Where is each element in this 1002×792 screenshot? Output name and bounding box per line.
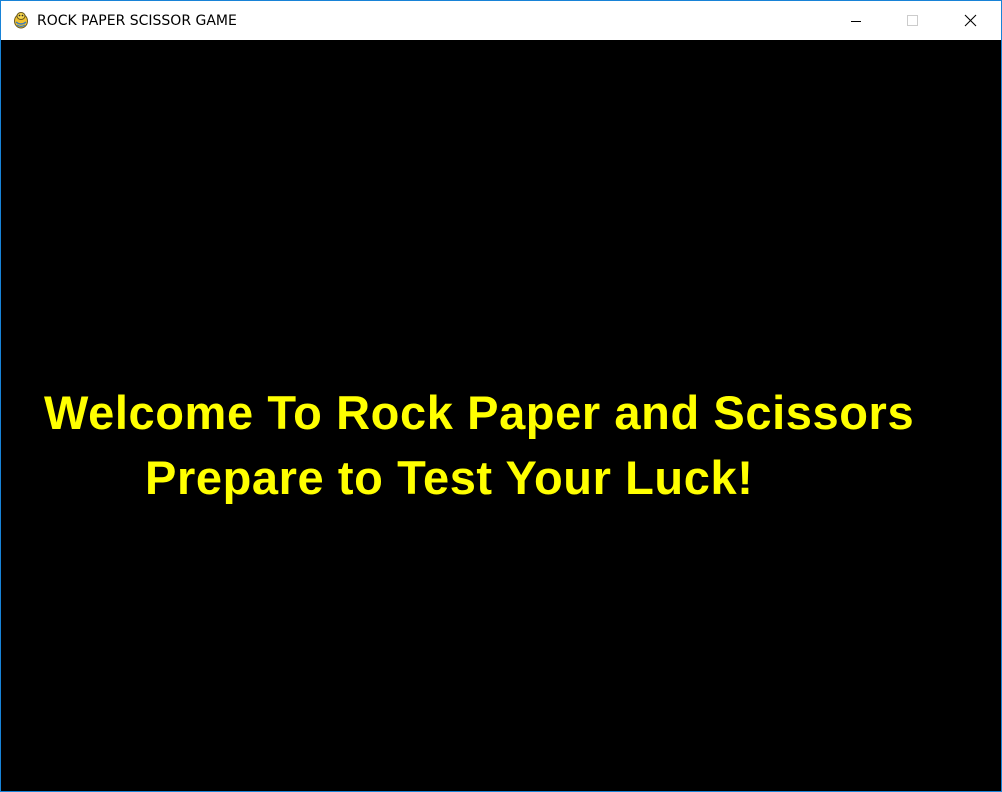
game-canvas[interactable]: Welcome To Rock Paper and Scissors Prepa… <box>1 40 1001 791</box>
game-window: ROCK PAPER SCISSOR GAME Welcome To Rock … <box>0 0 1002 792</box>
window-title: ROCK PAPER SCISSOR GAME <box>37 13 237 29</box>
welcome-text: Welcome To Rock Paper and Scissors <box>44 386 915 439</box>
maximize-button[interactable] <box>889 1 935 40</box>
close-button[interactable] <box>947 1 993 40</box>
minimize-button[interactable] <box>833 1 879 40</box>
prepare-text: Prepare to Test Your Luck! <box>145 451 754 504</box>
title-bar[interactable]: ROCK PAPER SCISSOR GAME <box>1 1 1001 40</box>
pygame-snake-icon <box>12 11 30 29</box>
